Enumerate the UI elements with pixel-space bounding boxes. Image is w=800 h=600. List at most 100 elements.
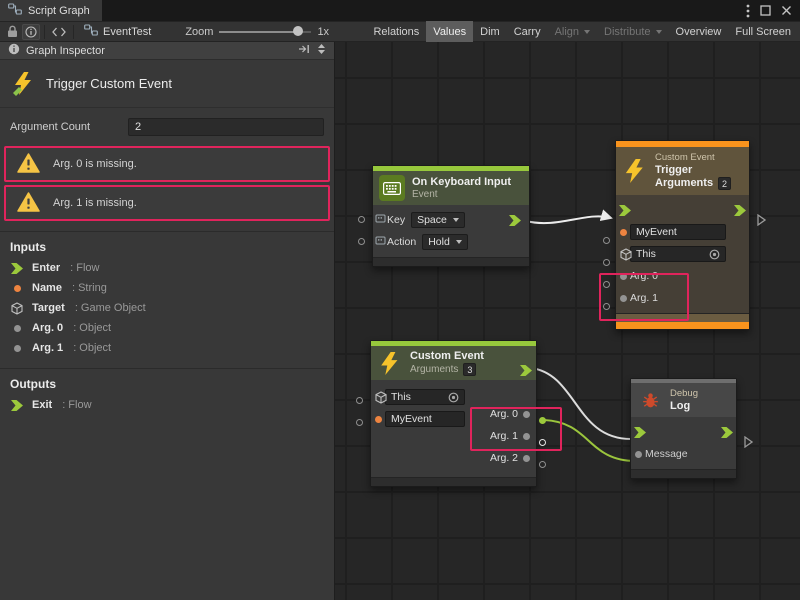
- target-port-row: This: [616, 243, 749, 265]
- object-picker-icon[interactable]: [448, 392, 459, 403]
- flow-output-arrow[interactable]: [509, 215, 521, 226]
- warning-text: Arg. 1 is missing.: [53, 197, 137, 209]
- key-dropdown[interactable]: Space: [411, 212, 465, 228]
- graph-inspector-panel: Graph Inspector Trigger Custom Event Arg…: [0, 42, 335, 600]
- outputs-header: Outputs: [0, 369, 334, 395]
- unit-title-row: Trigger Custom Event: [0, 60, 334, 108]
- highlight-box-arguments-args: [470, 407, 562, 451]
- action-dropdown[interactable]: Hold: [422, 234, 468, 250]
- game-object-cube-icon: [10, 302, 24, 315]
- input-port-circle[interactable]: [603, 259, 610, 266]
- values-button[interactable]: Values: [426, 21, 473, 42]
- input-port-circle[interactable]: [603, 237, 610, 244]
- zoom-slider[interactable]: [219, 22, 311, 41]
- object-dot-icon[interactable]: [523, 455, 530, 462]
- close-icon[interactable]: [781, 5, 792, 16]
- carry-button[interactable]: Carry: [507, 21, 548, 42]
- unit-title: Trigger Custom Event: [46, 76, 172, 91]
- input-port-circle[interactable]: [356, 397, 363, 404]
- game-object-cube-icon[interactable]: [375, 391, 387, 404]
- align-button[interactable]: Align: [548, 21, 597, 42]
- target-value: This: [636, 247, 656, 262]
- script-graph-icon: [8, 3, 22, 18]
- input-port-circle[interactable]: [356, 419, 363, 426]
- expander-icon[interactable]: [317, 43, 326, 58]
- overview-button[interactable]: Overview: [669, 21, 729, 42]
- main-area: Graph Inspector Trigger Custom Event Arg…: [0, 42, 800, 600]
- argument-count-input[interactable]: 2: [128, 118, 324, 136]
- maximize-icon[interactable]: [760, 5, 771, 16]
- input-port-arg1: Arg. 1 : Object: [0, 338, 334, 358]
- object-dot-icon[interactable]: [635, 451, 642, 458]
- info-toggle-icon[interactable]: [22, 24, 40, 40]
- full-screen-button[interactable]: Full Screen: [728, 21, 798, 42]
- input-port-enter: Enter : Flow: [0, 258, 334, 278]
- wire-keyboard-to-trigger: [526, 216, 611, 223]
- tab-script-graph[interactable]: Script Graph: [0, 0, 102, 21]
- object-picker-icon[interactable]: [709, 249, 720, 260]
- kebab-menu-icon[interactable]: [746, 4, 750, 18]
- string-dot-icon: [10, 285, 24, 292]
- zoom-slider-knob[interactable]: [293, 26, 303, 36]
- flow-port-row: [631, 421, 736, 443]
- dock-icon[interactable]: [298, 44, 310, 57]
- flow-output-arrow[interactable]: [721, 427, 733, 438]
- highlight-box-trigger-args: [599, 273, 689, 321]
- node-on-keyboard-input[interactable]: On Keyboard Input Event Key Space Action: [372, 165, 530, 267]
- unity-script-graph-window: Script Graph EventTest Zoom 1x Relations…: [0, 0, 800, 600]
- warning-arg0-missing: Arg. 0 is missing.: [4, 146, 330, 182]
- flow-input-arrow[interactable]: [619, 205, 631, 216]
- output-port-circle[interactable]: [539, 461, 546, 468]
- key-dropdown-value: Space: [417, 214, 447, 226]
- argument-count-row: Argument Count 2: [10, 118, 324, 136]
- zoom-slider-fill: [219, 31, 297, 33]
- lightning-bolt-icon: [377, 350, 403, 376]
- node-header: Custom Event Arguments3: [371, 346, 536, 380]
- dim-button[interactable]: Dim: [473, 21, 507, 42]
- zoom-value: 1x: [317, 26, 329, 38]
- flow-input-arrow[interactable]: [634, 427, 646, 438]
- warning-icon: [17, 153, 40, 176]
- graph-toolbar: EventTest Zoom 1x Relations Values Dim C…: [0, 21, 800, 42]
- name-field[interactable]: MyEvent: [385, 411, 465, 427]
- node-title: On Keyboard Input: [412, 176, 511, 189]
- input-port-target: Target : Game Object: [0, 298, 334, 318]
- action-type-icon: [375, 235, 386, 249]
- key-port-label: Key: [387, 214, 405, 226]
- string-dot-icon[interactable]: [375, 416, 382, 423]
- caret-down-icon: [456, 240, 462, 244]
- target-field[interactable]: This: [385, 389, 465, 405]
- flow-output-arrow[interactable]: [520, 365, 532, 376]
- target-field[interactable]: This: [630, 246, 726, 262]
- node-footer: [373, 257, 529, 266]
- node-title: Log: [670, 400, 698, 413]
- align-label: Align: [555, 26, 579, 38]
- node-header: Debug Log: [631, 383, 736, 417]
- inspector-header: Graph Inspector: [0, 42, 334, 60]
- target-value: This: [391, 390, 411, 405]
- flow-output-arrow[interactable]: [734, 205, 746, 216]
- code-icon[interactable]: [49, 22, 69, 41]
- toolbar-buttons: Relations Values Dim Carry Align Distrib…: [366, 21, 798, 42]
- toolbar-separator: [44, 25, 45, 39]
- toolbar-separator: [73, 25, 74, 39]
- node-subtitle: Event: [412, 189, 511, 201]
- string-dot-icon[interactable]: [620, 229, 627, 236]
- input-port-circle[interactable]: [358, 216, 365, 223]
- input-port-circle[interactable]: [358, 238, 365, 245]
- name-field[interactable]: MyEvent: [630, 224, 726, 240]
- graph-canvas[interactable]: On Keyboard Input Event Key Space Action: [335, 42, 800, 600]
- distribute-button[interactable]: Distribute: [597, 21, 668, 42]
- game-object-cube-icon[interactable]: [620, 248, 632, 261]
- flow-continuation-triangle: [744, 436, 753, 448]
- output-port-exit: Exit : Flow: [0, 395, 334, 415]
- object-dot-icon: [10, 325, 24, 332]
- node-footer: [631, 469, 736, 478]
- relations-button[interactable]: Relations: [366, 21, 426, 42]
- argument-count-badge: 3: [463, 363, 476, 376]
- caret-down-icon: [584, 30, 590, 34]
- lock-icon[interactable]: [2, 22, 22, 41]
- node-debug-log[interactable]: Debug Log Message: [630, 378, 737, 479]
- asset-breadcrumb[interactable]: EventTest: [78, 24, 157, 39]
- zoom-label: Zoom: [185, 26, 213, 38]
